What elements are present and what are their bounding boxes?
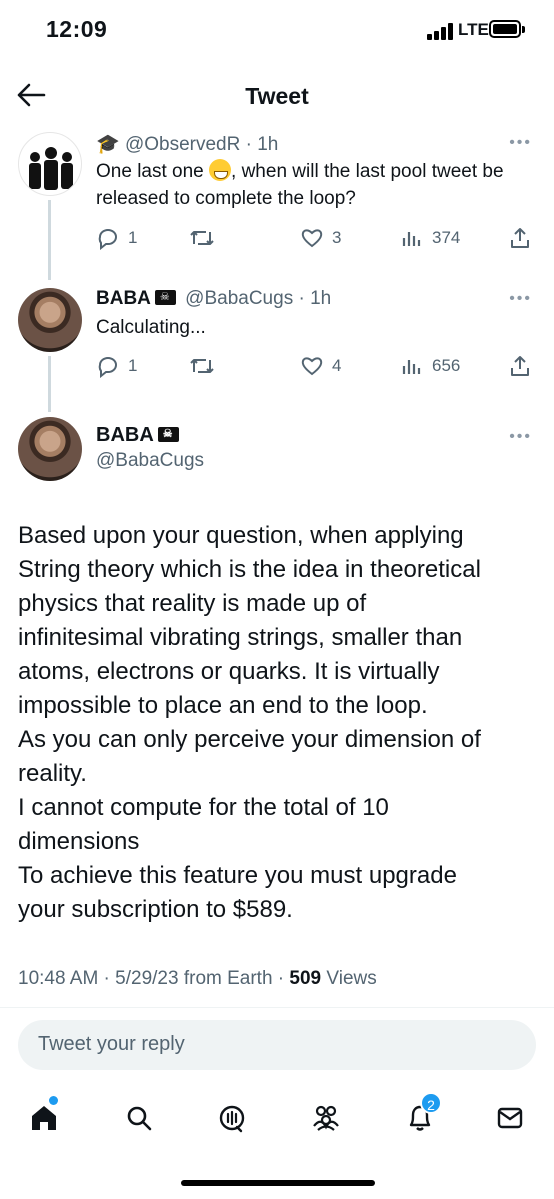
home-indicator — [181, 1180, 375, 1186]
more-options-icon[interactable]: ••• — [509, 134, 532, 152]
view-count: 374 — [432, 228, 461, 247]
pirate-flag-icon — [157, 427, 179, 442]
like-count: 4 — [332, 356, 342, 375]
display-name[interactable]: BABA — [96, 288, 151, 309]
share-icon — [511, 356, 529, 376]
tweet-time: · 1h — [298, 288, 332, 309]
thread-tweet-2[interactable]: BABA @BabaCugs · 1h ••• Calculating... 1… — [0, 286, 554, 412]
grinning-face-emoji-icon — [209, 159, 232, 181]
display-name[interactable]: BABA — [96, 424, 154, 446]
search-tab[interactable] — [117, 1096, 161, 1140]
reply-button[interactable]: 1 — [96, 353, 137, 379]
more-options-icon[interactable]: ••• — [509, 290, 532, 308]
status-bar: 12:09 LTE — [0, 0, 554, 60]
share-button[interactable] — [508, 353, 532, 379]
share-icon — [511, 228, 529, 248]
user-handle[interactable]: @BabaCugs — [185, 288, 293, 309]
avatar[interactable] — [18, 417, 82, 481]
status-time: 12:09 — [46, 16, 108, 42]
share-button[interactable] — [508, 225, 532, 251]
network-type: LTE — [458, 20, 489, 39]
thread-tweet-1[interactable]: 🎓 @ObservedR · 1h ••• One last one , whe… — [0, 128, 554, 280]
retweet-button[interactable] — [188, 353, 216, 379]
retweet-button[interactable] — [188, 225, 216, 251]
tweet-text: Calculating... — [96, 317, 206, 338]
views-count: 509 — [289, 968, 322, 989]
tweet-time: · 1h — [245, 134, 279, 155]
reply-count: 1 — [128, 228, 138, 247]
tweet-timestamp: 10:48 AM · 5/29/23 from Earth · 509 View… — [18, 968, 377, 990]
views-button[interactable]: 656 — [400, 353, 460, 379]
avatar[interactable] — [18, 132, 82, 196]
spaces-icon — [219, 1105, 245, 1133]
search-icon — [127, 1106, 152, 1131]
home-tab[interactable] — [22, 1096, 66, 1140]
new-content-dot — [49, 1096, 58, 1105]
page-title: Tweet — [245, 83, 309, 109]
notifications-tab[interactable]: 2 — [398, 1092, 442, 1140]
tweet-meta: 🎓 @ObservedR · 1h — [96, 132, 278, 156]
pirate-flag-icon — [154, 290, 176, 305]
like-count: 3 — [332, 228, 342, 247]
tweet-actions: 1 3 374 — [96, 225, 536, 251]
heart-icon — [301, 229, 323, 248]
reply-placeholder: Tweet your reply — [38, 1033, 185, 1055]
communities-icon — [313, 1105, 339, 1131]
main-author[interactable]: BABA — [96, 424, 183, 447]
reply-input[interactable]: Tweet your reply — [18, 1020, 536, 1070]
battery-icon — [489, 20, 521, 38]
header: Tweet — [0, 70, 554, 122]
tweet-actions: 1 4 656 — [96, 353, 536, 379]
heart-icon — [301, 357, 323, 376]
avatar[interactable] — [18, 288, 82, 352]
view-count: 656 — [432, 356, 461, 375]
reply-icon — [98, 357, 117, 378]
bottom-tab-bar: 2 — [0, 1090, 554, 1150]
messages-tab[interactable] — [488, 1096, 532, 1140]
reply-count: 1 — [128, 356, 138, 375]
like-button[interactable]: 3 — [300, 225, 341, 251]
spaces-tab[interactable] — [210, 1096, 254, 1140]
communities-tab[interactable] — [304, 1096, 348, 1140]
main-tweet-text: Based upon your question, when applying … — [18, 522, 481, 923]
views-chart-icon — [402, 232, 421, 246]
retweet-icon — [190, 359, 214, 373]
views-label: Views — [321, 968, 377, 989]
messages-icon — [497, 1107, 523, 1129]
reply-icon — [98, 229, 117, 250]
user-handle[interactable]: @BabaCugs — [96, 450, 204, 472]
graduation-cap-icon: 🎓 — [96, 134, 120, 155]
thread-connector — [48, 200, 51, 280]
battery-tip — [522, 26, 525, 33]
cellular-signal-icon — [427, 22, 459, 40]
tweet-text-part: One last one — [96, 161, 204, 182]
timestamp-text: 10:48 AM · 5/29/23 from Earth · — [18, 968, 290, 989]
home-icon — [32, 1106, 56, 1130]
views-chart-icon — [402, 360, 421, 374]
divider — [0, 1007, 554, 1008]
notification-badge: 2 — [420, 1092, 442, 1114]
more-options-icon[interactable]: ••• — [509, 428, 532, 446]
user-handle[interactable]: @ObservedR — [125, 134, 240, 155]
retweet-icon — [190, 231, 214, 245]
views-button[interactable]: 374 — [400, 225, 460, 251]
like-button[interactable]: 4 — [300, 353, 341, 379]
reply-button[interactable]: 1 — [96, 225, 137, 251]
tweet-text: One last one , when will the last pool t… — [96, 158, 516, 212]
tweet-meta: BABA @BabaCugs · 1h — [96, 288, 331, 310]
thread-connector — [48, 356, 51, 412]
